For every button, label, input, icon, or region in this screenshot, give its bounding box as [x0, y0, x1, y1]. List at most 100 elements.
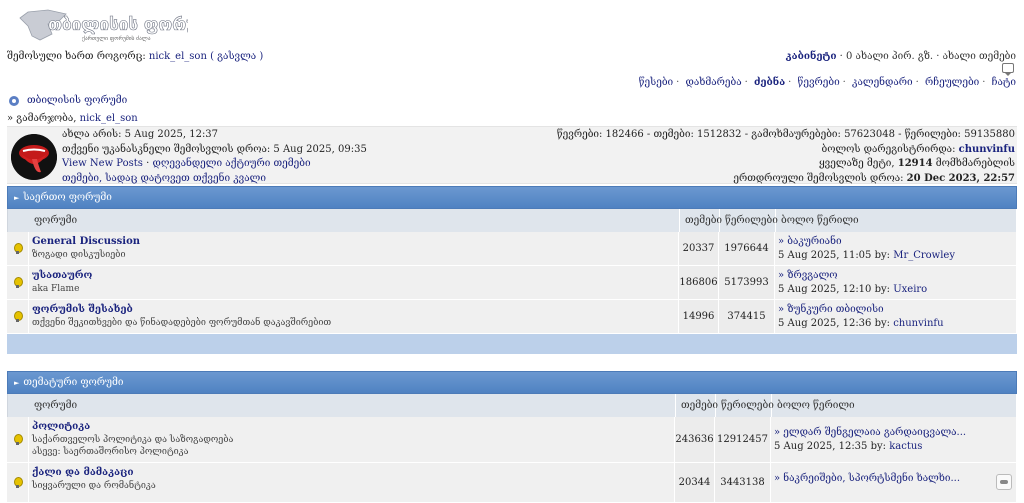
greeting: » გამარჯობა,	[7, 113, 77, 124]
category-footer	[7, 334, 1017, 354]
last-post-date: 5 Aug 2025, 12:10 by:	[778, 284, 891, 295]
forum-name-link[interactable]: ქალი და მამაკაცი	[32, 467, 671, 478]
col-last-post: ბოლო წერილი	[776, 209, 1017, 232]
nav-favorites[interactable]: რჩეულები	[925, 77, 979, 88]
forum-desc: aka Flame	[32, 284, 80, 294]
forum-title[interactable]: თბილისის ფორუმი	[9, 95, 127, 106]
user-menu: კაბინეტი · 0 ახალი პირ. გზ. · ახალი თემე…	[785, 51, 1016, 62]
posts-count: 3443138	[715, 463, 771, 502]
max-online-label: ყველაზე მეტი,	[818, 158, 895, 169]
forum-row: General Discussion ზოგადი დისკუსიები 2033…	[7, 232, 1017, 266]
category-title: თემატური ფორუმი	[23, 377, 124, 388]
forum-desc: სიყვარული და რომანტიკა	[32, 481, 156, 491]
last-post-user-link[interactable]: Uxeiro	[893, 284, 927, 295]
forum-status	[7, 232, 29, 265]
max-online-suffix: მომხმარებლის	[935, 158, 1015, 169]
last-post-user-link[interactable]: chunvinfu	[893, 318, 943, 329]
forum-row: ქალი და მამაკაცი სიყვარული და რომანტიკა 2…	[7, 463, 1017, 503]
category-header[interactable]: ► საერთო ფორუმი	[7, 186, 1017, 209]
forum-name-link[interactable]: General Discussion	[32, 236, 675, 247]
last-member-link[interactable]: chunvinfu	[959, 144, 1015, 155]
max-online-time: 20 Dec 2023, 22:57	[906, 172, 1015, 184]
cabinet-link[interactable]: კაბინეტი	[786, 51, 837, 62]
nav-help[interactable]: დახმარება	[686, 77, 742, 88]
arrow-right-icon: ►	[14, 379, 20, 387]
lightbulb-icon	[13, 242, 23, 255]
current-time: ახლა არის: 5 Aug 2025, 12:37	[62, 129, 219, 140]
new-topics-link[interactable]: ახალი თემები	[943, 51, 1016, 62]
arrow-right-icon: ►	[14, 194, 20, 202]
posts-count: 5173993	[719, 266, 775, 299]
column-headers: ფორუმი თემები წერილები ბოლო წერილი	[7, 394, 1017, 417]
main-nav: წესები · დახმარება · ძებნა · წევრები · კალენ…	[638, 77, 1016, 88]
topics-count: 20337	[679, 232, 719, 265]
col-topics: თემები	[676, 394, 718, 417]
topics-count: 20344	[675, 463, 715, 502]
nav-members[interactable]: წევრები	[798, 77, 840, 88]
lightbulb-icon	[13, 310, 23, 323]
topics-count: 14996	[679, 300, 719, 333]
col-posts: წერილები	[716, 394, 774, 417]
login-prefix: შემოსული ხართ როგორც:	[7, 51, 146, 62]
nav-rules[interactable]: წესები	[639, 77, 673, 88]
nav-search[interactable]: ძებნა	[754, 77, 785, 88]
category-general: ► საერთო ფორუმი ფორუმი თემები წერილები ბო…	[7, 186, 1017, 354]
chat-bubble-icon[interactable]	[1002, 63, 1014, 76]
category-thematic: ► თემატური ფორუმი ფორუმი თემები წერილები …	[7, 371, 1017, 503]
forum-status	[7, 266, 29, 299]
forum-desc: საქართველოს პოლიტიკა და საზოგადოება	[32, 435, 234, 445]
bullet-icon	[9, 95, 19, 106]
forum-desc: ზოგადი დისკუსიები	[32, 250, 126, 260]
greeting-user-link[interactable]: nick_el_son	[80, 113, 138, 124]
tbilisi-forum-logo[interactable]: თბილისის ფორუმი ქართული ფორუმის ძალა	[18, 6, 188, 44]
posts-count: 1976644	[719, 232, 775, 265]
category-header[interactable]: ► თემატური ფორუმი	[7, 371, 1017, 394]
lightbulb-icon	[13, 276, 23, 289]
max-time-label: ერთდროული შემოსვლის დროა:	[733, 172, 904, 184]
last-post-user-link[interactable]: kactus	[889, 441, 922, 452]
toggle-icon[interactable]	[996, 474, 1012, 490]
last-visit: თქვენი უკანასკნელი შემოსვლის დროა: 5 Aug…	[62, 143, 367, 155]
logo-subtitle: ქართული ფორუმის ძალა	[82, 35, 151, 42]
lightbulb-icon	[13, 476, 23, 489]
last-post-date: 5 Aug 2025, 12:35 by:	[774, 441, 887, 452]
logo-text: თბილისის ფორუმი	[48, 15, 188, 35]
topics-count: 243636	[675, 417, 715, 462]
forum-title-text: თბილისის ფორუმი	[27, 95, 128, 106]
forum-desc: თქვენი შეკითხვები და წინადადებები ფორუმთ…	[32, 318, 332, 328]
forum-status	[7, 463, 29, 502]
view-new-posts-link[interactable]: View New Posts	[62, 158, 143, 169]
nav-chat[interactable]: ჩატი	[992, 77, 1016, 88]
last-post-link[interactable]: » ზრვგალო	[778, 270, 1013, 281]
username-link[interactable]: nick_el_son	[149, 51, 207, 62]
info-bar: ახლა არის: 5 Aug 2025, 12:37 თქვენი უკან…	[7, 126, 1017, 184]
forum-row: ფორუმის შესახებ თქვენი შეკითხვები და წინა…	[7, 300, 1017, 334]
col-forum: ფორუმი	[8, 209, 680, 232]
new-pm-link[interactable]: 0 ახალი პირ. გზ.	[846, 51, 933, 62]
nav-calendar[interactable]: კალენდარი	[852, 77, 913, 88]
col-forum: ფორუმი	[8, 394, 676, 417]
forum-name-link[interactable]: ფორუმის შესახებ	[32, 304, 675, 315]
lightbulb-icon	[13, 433, 23, 446]
avatar[interactable]	[11, 134, 57, 180]
active-topics-link[interactable]: დღევანდელი აქტიური თემები	[152, 158, 310, 169]
last-post-user-link[interactable]: Mr_Crowley	[893, 250, 955, 261]
last-post-date: 5 Aug 2025, 12:36 by:	[778, 318, 891, 329]
logout-link[interactable]: ( გასვლა )	[210, 51, 263, 62]
last-post-link[interactable]: » ელდარ შენგელაია გარდაიცვალა...	[774, 427, 1013, 438]
breadcrumb: » გამარჯობა, nick_el_son	[7, 113, 138, 124]
col-last-post: ბოლო წერილი	[772, 394, 1017, 417]
max-online-count: 12914	[897, 158, 933, 169]
forum-name-link[interactable]: პოლიტიკა	[32, 421, 671, 432]
forum-name-link[interactable]: უსათაურო	[32, 270, 675, 281]
last-post-link[interactable]: » ზუნკური თბილისი	[778, 304, 1013, 315]
posts-count: 12912457	[715, 417, 771, 462]
last-post-link[interactable]: » ბაკურიანი	[778, 236, 1013, 247]
login-status: შემოსული ხართ როგორც: nick_el_son ( გასვ…	[7, 51, 263, 62]
forum-subforums[interactable]: ასევე: საერთაშორისო პოლიტიკა	[32, 447, 671, 457]
your-topics-link[interactable]: თემები, სადაც დატოვეთ თქვენი კვალი	[62, 173, 266, 184]
forum-row: უსათაურო aka Flame 186806 5173993 » ზრვგა…	[7, 266, 1017, 300]
col-topics: თემები	[680, 209, 722, 232]
forum-stats: წევრები: 182466 - თემები: 1512832 - გამო…	[556, 129, 1015, 140]
last-post-link[interactable]: » ნაკრეიშები, სპორტსმენი ხალხი...	[774, 473, 1013, 484]
